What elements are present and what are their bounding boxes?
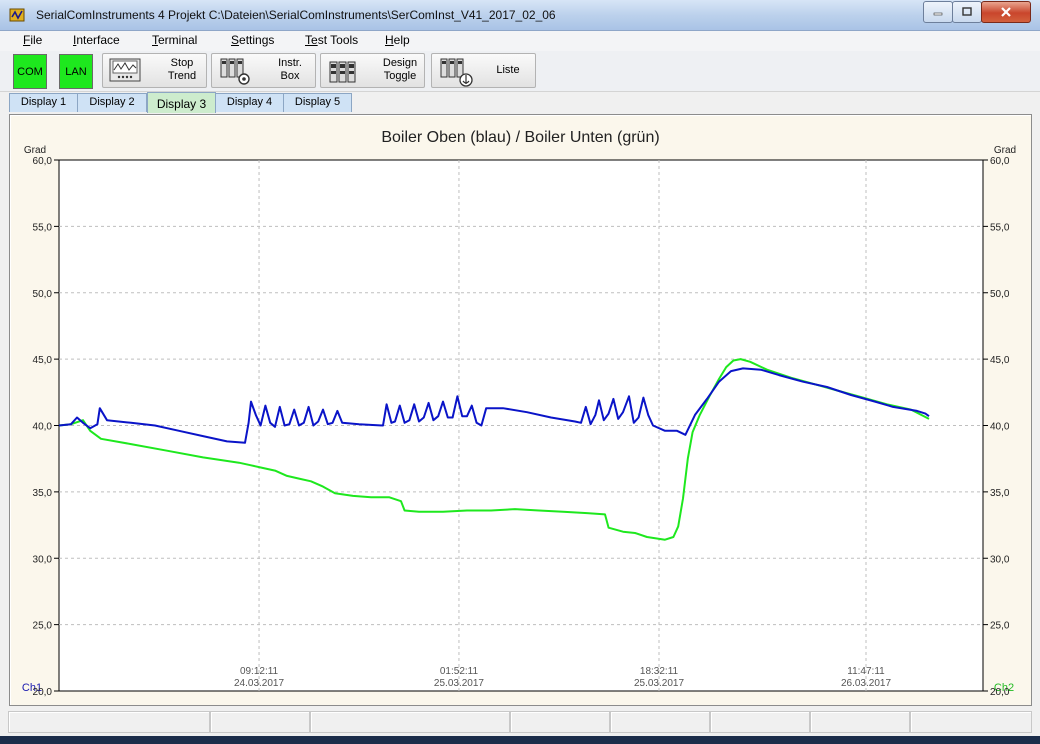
minimize-button[interactable] xyxy=(923,1,953,23)
y-tick-label-right: 40,0 xyxy=(990,422,1010,433)
tab-display-5[interactable]: Display 5 xyxy=(283,93,352,112)
y-tick-label-right: 35,0 xyxy=(990,488,1010,499)
menu-interface[interactable]: Interface xyxy=(73,33,120,47)
x-tick-time: 01:52:11 xyxy=(440,666,479,677)
trend-icon xyxy=(109,58,141,82)
menu-bar: File Interface Terminal Settings Test To… xyxy=(0,31,1040,51)
y-tick-label-right: 20,0 xyxy=(990,687,1010,698)
status-cell xyxy=(310,711,510,733)
instrument-gear-icon xyxy=(220,58,250,85)
trend-chart: Grad Grad Ch1 Ch2 20,0 20,025,0 25,030,0 30… xyxy=(22,145,1016,698)
y-tick-label-right: 30,0 xyxy=(990,554,1010,565)
instr-box-button[interactable]: Instr. Box xyxy=(211,53,316,88)
x-tick-time: 09:12:11 xyxy=(240,666,279,677)
com-status-button[interactable]: COM xyxy=(13,54,47,89)
close-button[interactable] xyxy=(981,1,1031,23)
menu-help[interactable]: Help xyxy=(385,33,410,47)
instrument-rack-icon xyxy=(329,61,356,83)
y-tick-label-left: 50,0 xyxy=(33,289,53,300)
menu-settings[interactable]: Settings xyxy=(231,33,274,47)
status-cell xyxy=(8,711,210,733)
instr-box-label-1: Instr. xyxy=(278,57,302,69)
status-cell xyxy=(610,711,710,733)
y-tick-label-left: 40,0 xyxy=(33,422,53,433)
x-tick-time: 18:32:11 xyxy=(640,666,679,677)
liste-label: Liste xyxy=(496,64,520,76)
taskbar xyxy=(0,736,1040,744)
x-tick-date: 24.03.2017 xyxy=(234,678,284,689)
y-tick-label-right: 50,0 xyxy=(990,289,1010,300)
chart-panel: Boiler Oben (blau) / Boiler Unten (grün)… xyxy=(9,114,1032,706)
x-tick-date: 25.03.2017 xyxy=(634,678,684,689)
y-axis-label-right: Grad xyxy=(994,145,1016,156)
lan-status-button[interactable]: LAN xyxy=(59,54,93,89)
status-cell xyxy=(810,711,910,733)
y-tick-label-left: 45,0 xyxy=(33,355,53,366)
design-toggle-button[interactable]: Design Toggle xyxy=(320,53,425,88)
y-tick-label-left: 25,0 xyxy=(33,621,53,632)
tab-display-3[interactable]: Display 3 xyxy=(147,92,216,113)
y-tick-label-right: 45,0 xyxy=(990,355,1010,366)
x-tick-date: 26.03.2017 xyxy=(841,678,891,689)
maximize-button[interactable] xyxy=(952,1,982,23)
stop-trend-label-1: Stop xyxy=(170,57,194,69)
status-cell xyxy=(910,711,1032,733)
y-tick-label-left: 55,0 xyxy=(33,222,53,233)
x-tick-date: 25.03.2017 xyxy=(434,678,484,689)
minimize-icon xyxy=(933,12,943,16)
menu-test-tools[interactable]: Test Tools xyxy=(305,33,358,47)
liste-button[interactable]: Liste xyxy=(431,53,536,88)
y-tick-label-left: 20,0 xyxy=(33,687,53,698)
design-toggle-label-2: Toggle xyxy=(383,70,417,82)
close-icon xyxy=(1001,7,1011,17)
menu-terminal[interactable]: Terminal xyxy=(152,33,197,47)
status-cell xyxy=(210,711,310,733)
x-tick-time: 11:47:11 xyxy=(847,666,885,677)
tab-display-1[interactable]: Display 1 xyxy=(9,93,78,112)
y-tick-label-right: 55,0 xyxy=(990,222,1010,233)
y-axis-label-left: Grad xyxy=(24,145,46,156)
maximize-icon xyxy=(962,7,972,16)
app-icon xyxy=(9,8,25,22)
design-toggle-label-1: Design xyxy=(382,57,418,69)
title-bar: SerialComInstruments 4 Projekt C:\Dateie… xyxy=(0,0,1040,31)
tab-display-2[interactable]: Display 2 xyxy=(77,93,147,112)
y-tick-label-left: 35,0 xyxy=(33,488,53,499)
instr-box-label-2: Box xyxy=(280,70,300,82)
window-title: SerialComInstruments 4 Projekt C:\Dateie… xyxy=(36,8,556,22)
instrument-anchor-icon xyxy=(440,58,473,87)
y-tick-label-right: 60,0 xyxy=(990,156,1010,167)
display-tabs: Display 1 Display 2 Display 3 Display 4 … xyxy=(0,92,1040,113)
menu-file[interactable]: File xyxy=(23,33,42,47)
status-bar xyxy=(8,711,1032,733)
status-cell xyxy=(510,711,610,733)
stop-trend-button[interactable]: Stop Trend xyxy=(102,53,207,88)
status-cell xyxy=(710,711,810,733)
y-tick-label-right: 25,0 xyxy=(990,621,1010,632)
y-tick-label-left: 60,0 xyxy=(33,156,53,167)
y-tick-label-left: 30,0 xyxy=(33,554,53,565)
tab-display-4[interactable]: Display 4 xyxy=(215,93,284,112)
toolbar: COM LAN Stop Trend Instr. Box Design Tog… xyxy=(0,51,1040,92)
stop-trend-label-2: Trend xyxy=(167,70,197,82)
